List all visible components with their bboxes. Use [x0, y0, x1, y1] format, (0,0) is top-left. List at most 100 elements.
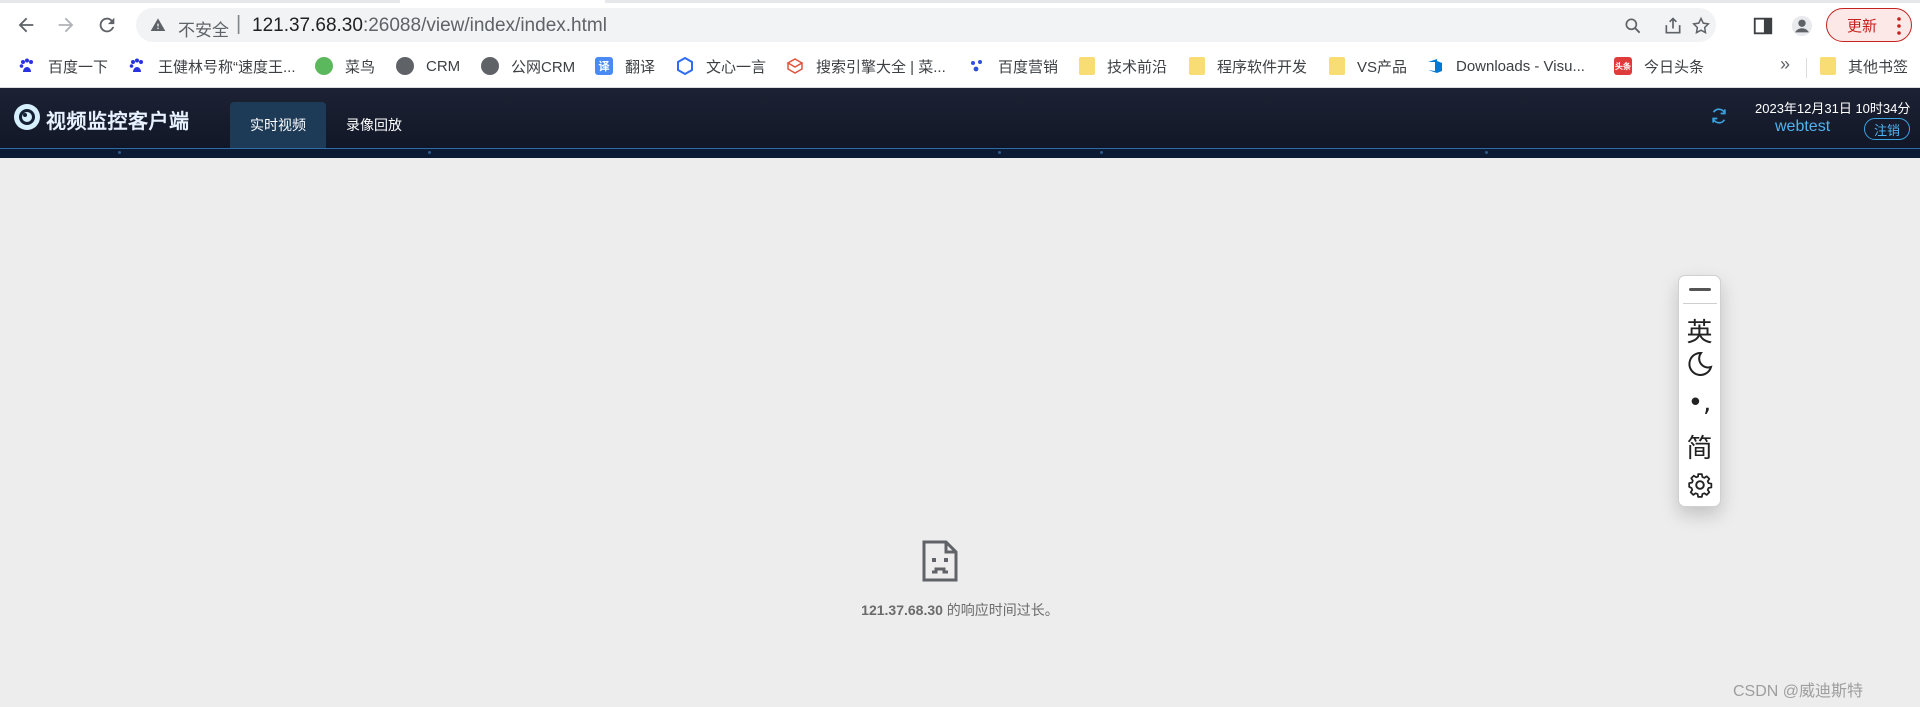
url-text[interactable]: 121.37.68.30:26088/view/index/index.html [252, 15, 607, 37]
bookmark-item[interactable]: 百度营销 [968, 53, 1058, 79]
tab-playback[interactable]: 录像回放 [326, 102, 422, 148]
bookmark-item[interactable]: 头条 今日头条 [1614, 53, 1704, 79]
url-host: 121.37.68.30 [252, 15, 363, 36]
folder-icon [1329, 57, 1345, 75]
error-detail: 的响应时间过长。 [942, 602, 1059, 618]
bookmark-label: 搜索引擎大全 | 菜... [816, 58, 946, 76]
decor-dot [1485, 151, 1488, 154]
tab-label: 实时视频 [250, 117, 306, 133]
profile-button[interactable] [1789, 13, 1815, 39]
share-icon [1665, 17, 1681, 34]
bookmark-label: 公网CRM [511, 58, 576, 76]
bookmark-label: 技术前沿 [1107, 58, 1168, 76]
moon-icon[interactable] [1687, 351, 1713, 377]
bookmark-item[interactable]: VS产品 [1329, 53, 1407, 79]
bookmark-item[interactable]: 王健林号称“速度王... [128, 53, 296, 79]
baidu-paw-icon [128, 57, 146, 75]
logout-button[interactable]: 注销 [1864, 118, 1910, 140]
bookmark-star-button[interactable] [1690, 15, 1712, 37]
bookmark-label: 程序软件开发 [1217, 58, 1308, 76]
decor-dot [1100, 151, 1103, 154]
ime-punctuation-toggle[interactable]: •, [1679, 388, 1720, 418]
decor-dot [118, 151, 121, 154]
bookmark-item[interactable]: 公网CRM [481, 53, 575, 79]
error-message: 121.37.68.30 的响应时间过长。 [0, 600, 1920, 620]
tab-strip [0, 0, 1920, 4]
bookmark-label: VS产品 [1357, 58, 1408, 76]
folder-icon [1820, 57, 1836, 75]
cube-icon [786, 57, 804, 75]
runoob-icon [315, 57, 333, 75]
tab-label: 录像回放 [346, 117, 402, 133]
ime-divider [1683, 303, 1717, 304]
side-panel-icon [1753, 17, 1773, 35]
bookmark-item[interactable]: 菜鸟 [315, 53, 375, 79]
decor-dot [428, 151, 431, 154]
bookmark-item[interactable]: 百度一下 [18, 53, 108, 79]
browser-toolbar: 不安全 | 121.37.68.30:26088/view/index/inde… [0, 6, 1920, 44]
profile-avatar-icon [1791, 15, 1813, 37]
sad-document-icon [922, 540, 958, 582]
error-host: 121.37.68.30 [861, 602, 943, 618]
forward-arrow-icon [58, 17, 74, 33]
app-title: 视频监控客户端 [46, 111, 190, 133]
current-datetime: 2023年12月31日 10时34分 [1755, 101, 1911, 116]
address-bar[interactable]: 不安全 | 121.37.68.30:26088/view/index/inde… [136, 8, 1716, 42]
reload-button[interactable] [91, 9, 123, 41]
back-arrow-icon [18, 17, 34, 33]
bookmark-item[interactable]: Downloads - Visu... [1426, 53, 1585, 79]
bookmark-label: Downloads - Visu... [1456, 57, 1585, 75]
url-path: :26088/view/index/index.html [362, 15, 607, 36]
magnifier-icon [1625, 18, 1641, 34]
globe-icon [481, 57, 499, 75]
ime-simplified-toggle[interactable]: 简 [1679, 428, 1720, 465]
baidu-paw-icon [18, 57, 36, 75]
camera-logo-icon [14, 104, 40, 130]
share-button[interactable] [1662, 15, 1684, 37]
tab-live-video[interactable]: 实时视频 [230, 102, 326, 148]
browser-chrome: 不安全 | 121.37.68.30:26088/view/index/inde… [0, 0, 1920, 88]
bookmark-item[interactable]: CRM [396, 53, 460, 79]
back-button[interactable] [10, 9, 42, 41]
ime-collapse-handle[interactable] [1689, 288, 1711, 291]
bookmarks-divider [1806, 58, 1807, 78]
folder-icon [1189, 57, 1205, 75]
bookmark-item[interactable]: 技术前沿 [1079, 53, 1167, 79]
star-icon [1692, 16, 1710, 34]
update-button[interactable]: 更新 [1826, 8, 1912, 42]
security-label[interactable]: 不安全 [178, 16, 229, 41]
forward-button[interactable] [50, 9, 82, 41]
bookmark-label: 翻译 [625, 58, 656, 76]
bookmarks-overflow-button[interactable]: » [1780, 54, 1790, 75]
other-bookmarks[interactable]: 其他书签 [1820, 53, 1908, 79]
bookmark-item[interactable]: 程序软件开发 [1189, 53, 1307, 79]
bookmark-label: 王健林号称“速度王... [158, 58, 296, 76]
ime-language-toggle[interactable]: 英 [1679, 312, 1720, 349]
settings-gear-icon[interactable] [1687, 472, 1713, 498]
csdn-watermark: CSDN @威迪斯特 [1733, 683, 1864, 700]
ime-toolbar: 英 •, 简 [1678, 275, 1721, 507]
side-panel-button[interactable] [1750, 13, 1776, 39]
translate-icon: 译 [595, 57, 613, 75]
bookmark-label: 菜鸟 [345, 58, 376, 76]
toutiao-icon: 头条 [1614, 57, 1632, 75]
refresh-icon[interactable] [1709, 106, 1729, 126]
bookmark-item[interactable]: 搜索引擎大全 | 菜... [786, 53, 946, 79]
wenxin-icon [676, 57, 694, 75]
kebab-menu-icon [1897, 17, 1901, 35]
zoom-button[interactable] [1622, 15, 1644, 37]
decor-dot [998, 151, 1001, 154]
bookmark-label: 百度一下 [48, 58, 109, 76]
update-label: 更新 [1847, 17, 1878, 35]
username: webtest [1775, 118, 1831, 135]
baidu-marketing-icon [968, 57, 986, 75]
globe-icon [396, 57, 414, 75]
bookmark-label: 文心一言 [706, 58, 767, 76]
app-header: 视频监控客户端 实时视频 录像回放 2023年12月31日 10时34分 web… [0, 88, 1920, 158]
warning-icon [150, 18, 166, 31]
bookmark-label: CRM [426, 57, 461, 75]
bookmark-item[interactable]: 文心一言 [676, 53, 766, 79]
reload-icon [99, 17, 115, 33]
bookmark-item[interactable]: 译 翻译 [595, 53, 655, 79]
folder-icon [1079, 57, 1095, 75]
